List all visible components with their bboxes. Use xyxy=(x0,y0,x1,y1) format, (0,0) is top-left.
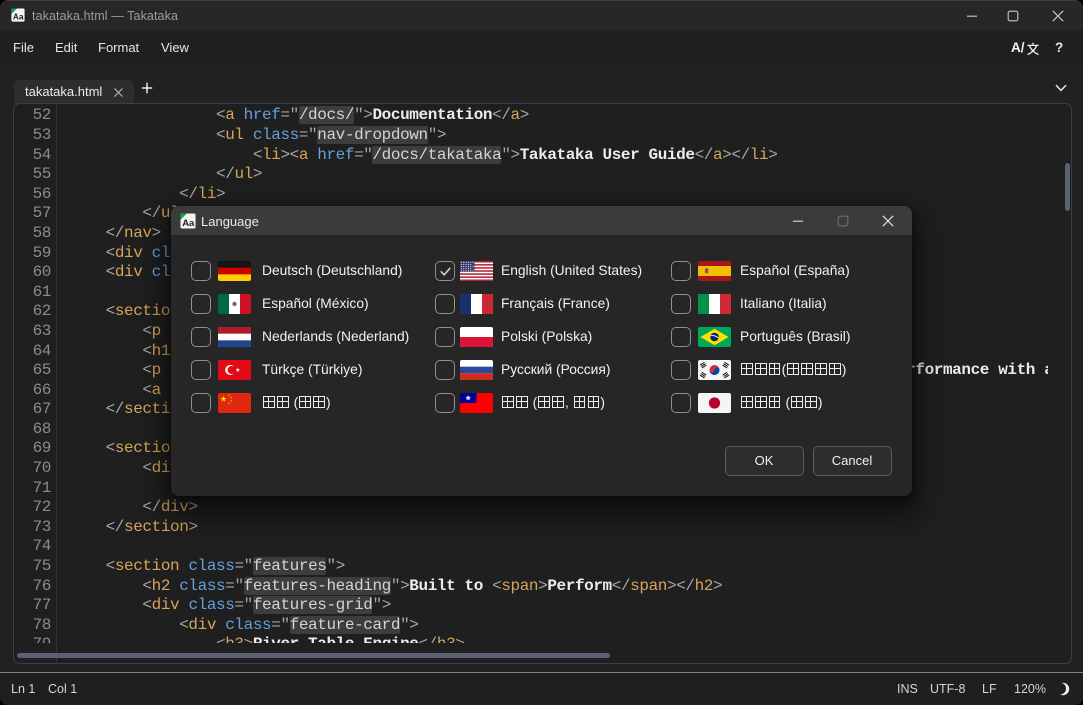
svg-text:Aa: Aa xyxy=(182,218,195,229)
svg-text:Aa: Aa xyxy=(13,11,24,21)
